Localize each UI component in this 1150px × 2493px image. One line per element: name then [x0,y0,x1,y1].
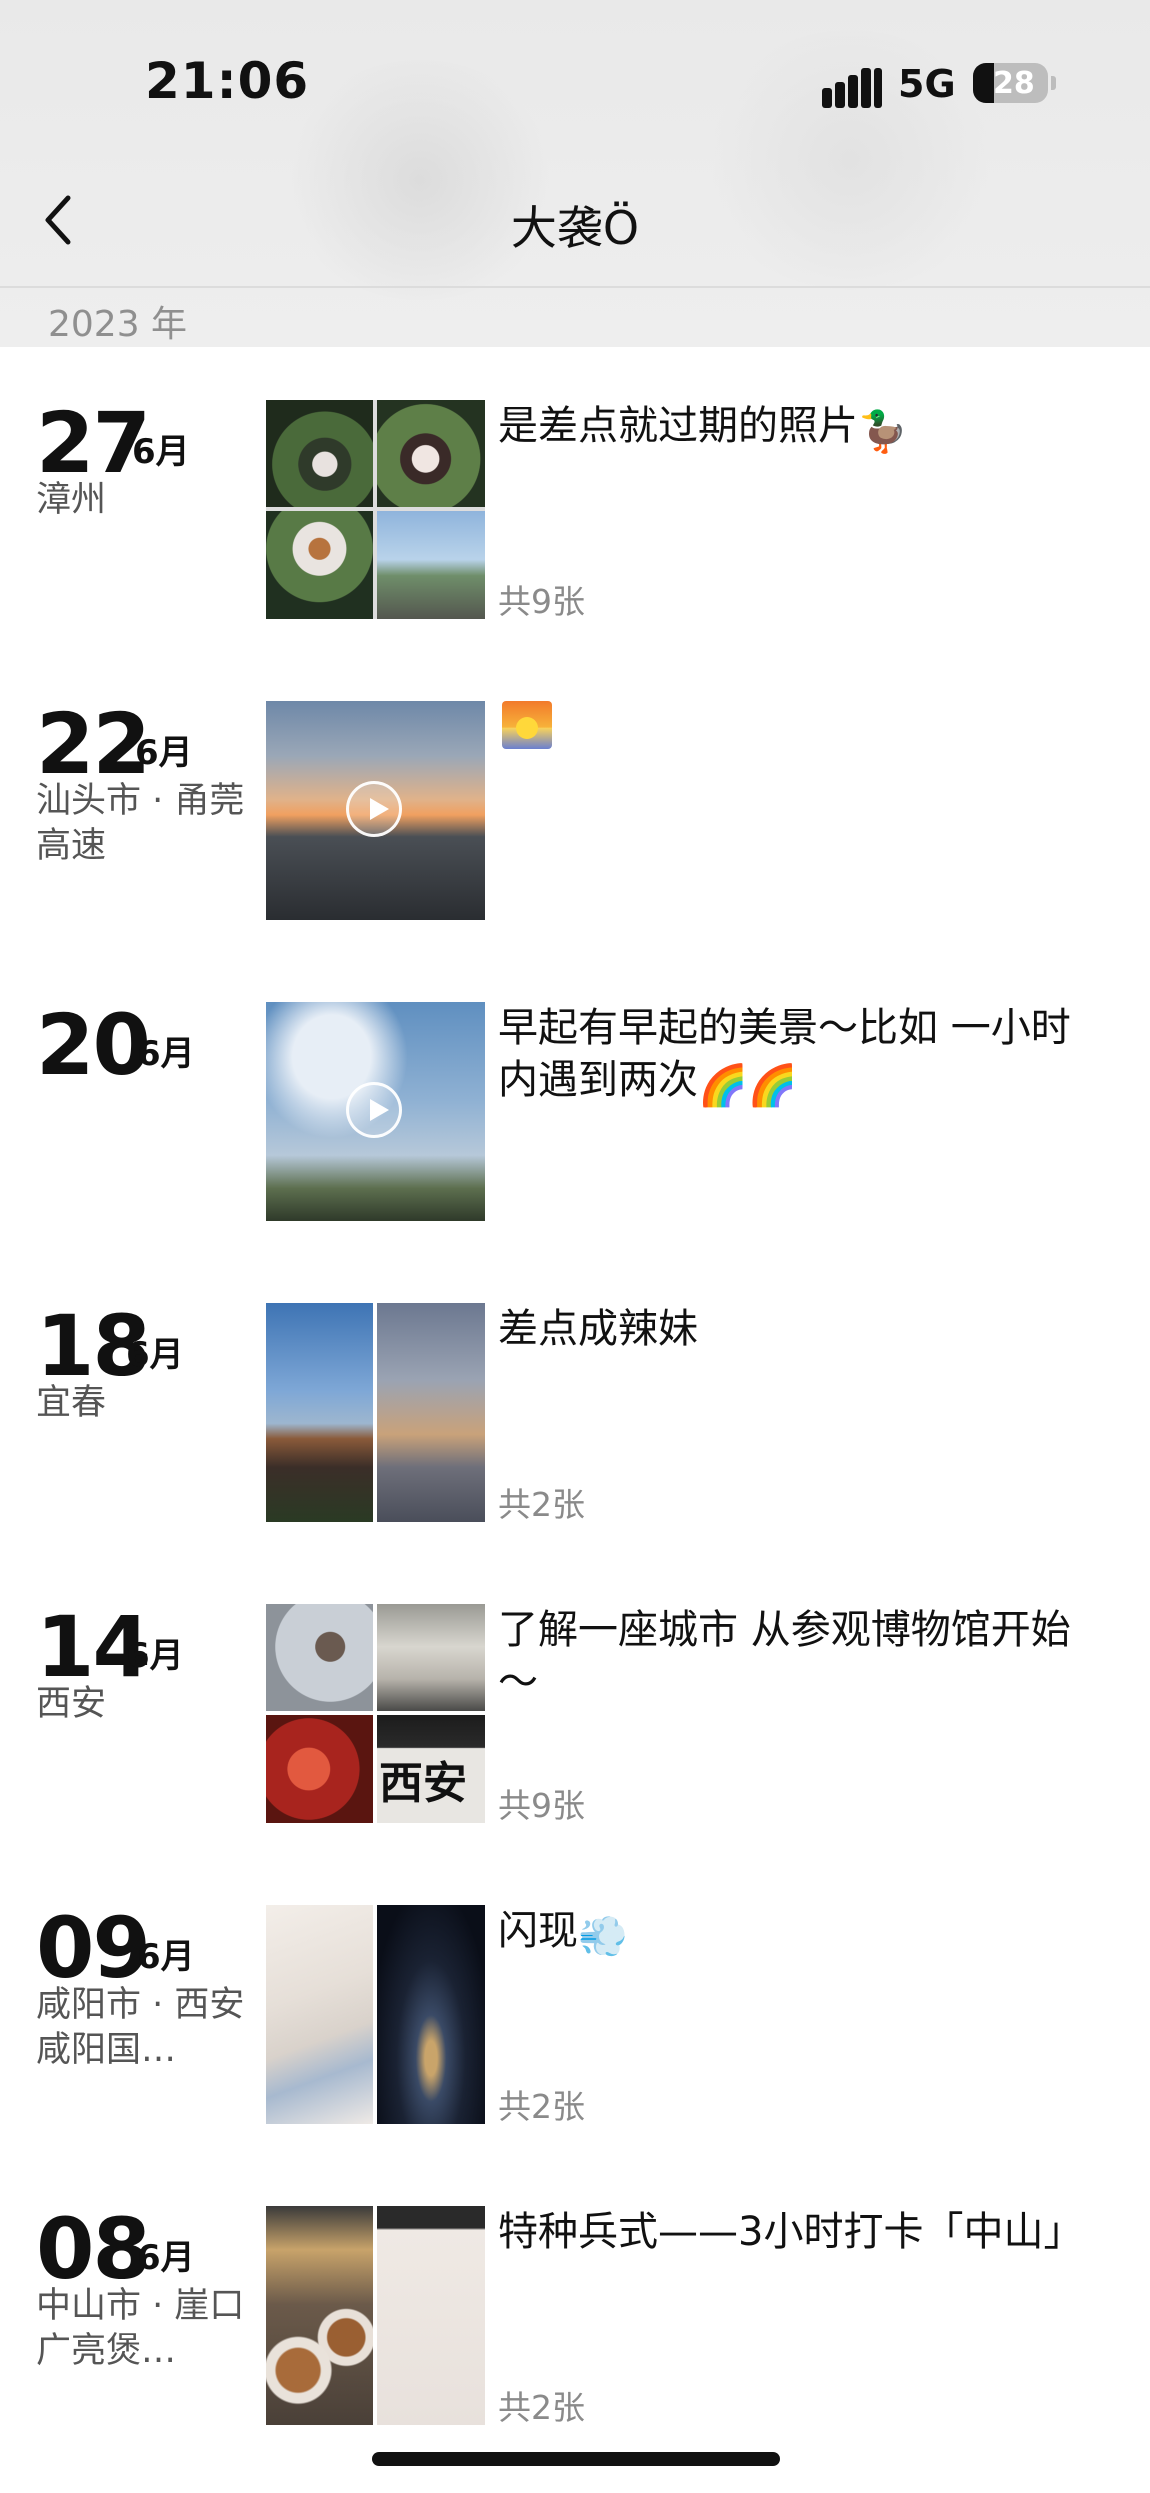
photo-count: 共2张 [498,2388,585,2427]
entry-location: 汕头市 · 甬莞高速 [36,781,245,866]
entry-month: 6月 [126,1335,184,1375]
signal-icon [822,66,884,108]
list-item[interactable]: 22 6月 汕头市 · 甬莞高速 [0,699,1150,949]
entry-month: 6月 [137,1034,195,1074]
play-icon[interactable] [346,1082,402,1138]
battery-level: 28 [993,66,1035,101]
entry-caption: 早起有早起的美景～比如 一小时内遇到两次🌈🌈 [498,1002,1108,1112]
entry-caption: 是差点就过期的照片🦆 [498,400,1108,458]
duck-emoji: 🦆 [858,409,908,455]
battery-fill [973,63,994,103]
photo-count: 共2张 [498,2087,585,2126]
entry-caption: 闪现💨 [498,1905,1108,1963]
photo-thumbnail[interactable]: 西安 [266,1604,485,1823]
list-item[interactable]: 20 6月 早起有早起的美景～比如 一小时内遇到两次🌈🌈 [0,1000,1150,1250]
battery-icon: 28 [973,63,1048,103]
photo-count: 共2张 [498,1485,585,1524]
battery-tip [1051,76,1056,90]
photo-thumbnail[interactable] [266,2206,485,2425]
entry-month: 6月 [137,1937,195,1977]
network-label: 5G [898,62,956,106]
home-indicator[interactable] [372,2452,780,2466]
list-item[interactable]: 14 6月 西安 西安 了解一座城市 从参观博物馆开始～ 共9张 [0,1602,1150,1852]
list-item[interactable]: 09 6月 咸阳市 · 西安咸阳国… 闪现💨 共2张 [0,1903,1150,2153]
entry-location: 咸阳市 · 西安咸阳国… [36,1985,245,2070]
photo-count: 共9张 [498,1786,585,1825]
entry-caption: 差点成辣妹 [498,1306,698,1352]
entry-day: 20 [36,996,151,1094]
entry-month: 6月 [126,1636,184,1676]
list-item[interactable]: 08 6月 中山市 · 崖口广亮煲… 特种兵式——3小时打卡「中山」 共2张 [0,2204,1150,2454]
entry-day: 09 [36,1899,151,1997]
entry-location: 中山市 · 崖口广亮煲… [36,2286,245,2371]
video-thumbnail[interactable] [266,1002,485,1221]
list-item[interactable]: 18 6月 宜春 差点成辣妹 共2张 [0,1301,1150,1551]
entry-day: 08 [36,2200,151,2298]
play-icon[interactable] [346,781,402,837]
entry-month: 6月 [137,2238,195,2278]
page-title: 大袭Ö [510,201,640,255]
photo-thumbnail[interactable] [266,1905,485,2124]
video-thumbnail[interactable] [266,701,485,920]
list-item[interactable]: 27 6月 漳州 是差点就过期的照片🦆 共9张 [0,398,1150,648]
entry-month: 6月 [135,733,193,773]
photo-thumbnail[interactable] [266,1303,485,1522]
entry-caption [498,701,1108,754]
entry-location: 宜春 [36,1383,107,1423]
entry-location: 漳州 [36,480,107,520]
entry-caption: 特种兵式——3小时打卡「中山」 [498,2209,1084,2255]
photo-thumbnail[interactable] [266,400,485,619]
entry-caption: 了解一座城市 从参观博物馆开始～ [498,1607,1071,1705]
photo-count: 共9张 [498,582,585,621]
status-time: 21:06 [145,52,310,110]
entry-day: 22 [36,695,151,793]
year-header: 2023 年 [48,304,188,345]
dash-emoji: 💨 [578,1914,628,1960]
sunset-emoji [502,701,552,749]
rainbow-emoji: 🌈🌈 [698,1063,798,1109]
nav-divider [0,286,1150,288]
xian-sign-art: 西安 [379,1758,467,1809]
entry-location: 西安 [36,1684,107,1724]
entry-month: 6月 [132,432,190,472]
